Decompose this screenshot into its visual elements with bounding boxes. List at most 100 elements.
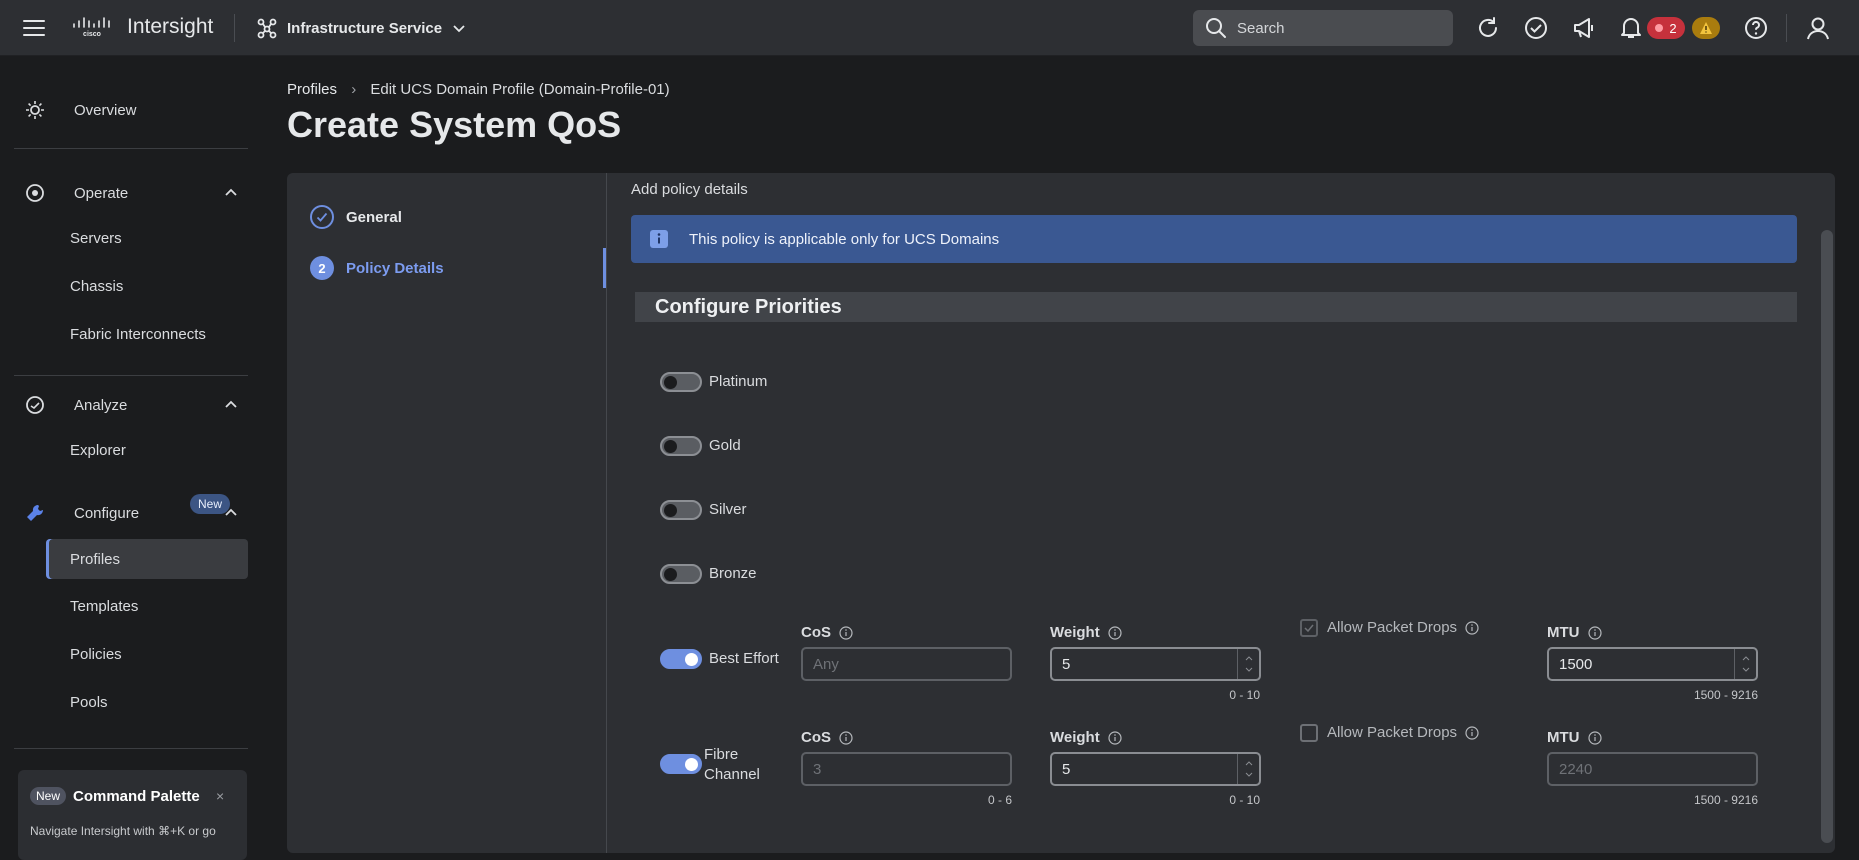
sidebar-item-servers[interactable]: Servers — [46, 218, 248, 258]
info-icon[interactable] — [1465, 620, 1479, 635]
service-label: Infrastructure Service — [287, 19, 443, 37]
chevron-up-icon — [222, 184, 240, 202]
weight-input[interactable]: 5 — [1050, 647, 1261, 681]
bell-icon[interactable] — [1618, 15, 1644, 41]
mtu-label-text: MTU — [1547, 624, 1580, 641]
check-circle-icon[interactable] — [1523, 15, 1549, 41]
toggle-platinum[interactable] — [660, 372, 702, 392]
toggle-silver[interactable] — [660, 500, 702, 520]
breadcrumb-profiles[interactable]: Profiles — [287, 81, 337, 98]
stepper-icon[interactable] — [1237, 649, 1259, 679]
help-icon[interactable] — [1743, 15, 1769, 41]
mtu-input[interactable]: 2240 — [1547, 752, 1758, 786]
allow-packet-drops-checkbox[interactable] — [1300, 724, 1318, 742]
sidebar-item-templates[interactable]: Templates — [46, 586, 248, 626]
chevron-up-icon — [222, 504, 240, 522]
toggle-bronze[interactable] — [660, 564, 702, 584]
stepper-icon[interactable] — [1237, 754, 1259, 784]
nav-overview[interactable]: Overview — [0, 98, 262, 122]
fibre-channel-line1: Fibre — [704, 746, 739, 763]
allow-packet-drops-label: Allow Packet Drops — [1327, 724, 1479, 741]
search-input[interactable] — [1237, 19, 1427, 37]
check-icon — [310, 205, 334, 229]
warning-badge[interactable] — [1692, 17, 1720, 39]
breadcrumb-separator: › — [351, 81, 357, 98]
refresh-icon[interactable] — [1475, 15, 1501, 41]
menu-icon[interactable] — [22, 17, 46, 39]
alert-badge[interactable]: 2 — [1647, 17, 1685, 39]
toggle-gold[interactable] — [660, 436, 702, 456]
search-box[interactable] — [1193, 10, 1453, 46]
sidebar-item-chassis[interactable]: Chassis — [46, 266, 248, 306]
brand-name: Intersight — [127, 15, 214, 38]
allow-packet-drops-text: Allow Packet Drops — [1327, 724, 1458, 741]
weight-range: 0 - 10 — [1229, 793, 1260, 807]
info-icon[interactable] — [839, 730, 853, 745]
weight-value: 5 — [1062, 655, 1071, 673]
priority-silver-label: Silver — [709, 501, 747, 518]
svg-text:cisco: cisco — [83, 31, 101, 38]
step-number: 2 — [310, 256, 334, 280]
priority-fibre-channel-label: Fibre Channel — [704, 745, 760, 785]
nav-analyze-label: Analyze — [74, 396, 128, 414]
command-palette-title: Command Palette — [73, 788, 200, 805]
active-step-indicator — [603, 248, 606, 288]
step-policy-details[interactable]: 2 Policy Details — [310, 256, 444, 280]
mtu-range: 1500 - 9216 — [1693, 793, 1758, 807]
fibre-channel-line2: Channel — [704, 766, 760, 783]
priority-platinum-label: Platinum — [709, 373, 768, 390]
stepper-icon[interactable] — [1734, 649, 1756, 679]
command-palette-card: New Command Palette × Navigate Intersigh… — [18, 770, 247, 860]
sidebar-item-profiles[interactable]: Profiles — [46, 539, 248, 579]
breadcrumb: Profiles › Edit UCS Domain Profile (Doma… — [287, 81, 670, 98]
service-switcher[interactable]: Infrastructure Service — [256, 16, 467, 40]
cos-input[interactable]: 3 — [801, 752, 1012, 786]
alert-dot-icon — [1655, 24, 1664, 32]
chevron-down-icon — [451, 20, 467, 36]
allow-packet-drops-checkbox[interactable] — [1300, 619, 1318, 637]
priority-best-effort-label: Best Effort — [709, 650, 779, 667]
allow-packet-drops-label: Allow Packet Drops — [1327, 619, 1479, 636]
chevron-up-icon — [222, 396, 240, 414]
weight-input[interactable]: 5 — [1050, 752, 1261, 786]
nav-operate[interactable]: Operate — [0, 181, 262, 205]
weight-value: 5 — [1062, 760, 1071, 778]
step-policy-details-label: Policy Details — [346, 259, 444, 277]
info-icon[interactable] — [1587, 625, 1602, 640]
nav-analyze[interactable]: Analyze — [0, 393, 262, 417]
user-icon[interactable] — [1805, 15, 1831, 41]
info-icon[interactable] — [1465, 725, 1479, 740]
mtu-input[interactable]: 1500 — [1547, 647, 1758, 681]
analyze-icon — [24, 394, 46, 416]
page-title: Create System QoS — [287, 104, 622, 145]
breadcrumb-current: Edit UCS Domain Profile (Domain-Profile-… — [370, 81, 670, 98]
divider — [14, 148, 248, 149]
cos-input[interactable]: Any — [801, 647, 1012, 681]
info-icon[interactable] — [1108, 730, 1122, 745]
close-icon[interactable]: × — [216, 788, 224, 804]
info-icon[interactable] — [839, 625, 853, 640]
steps-divider — [606, 173, 607, 853]
toggle-best-effort[interactable] — [660, 649, 702, 669]
sidebar-item-policies[interactable]: Policies — [46, 634, 248, 674]
scrollbar[interactable] — [1821, 230, 1833, 843]
info-icon[interactable] — [1587, 730, 1602, 745]
toggle-fibre-channel[interactable] — [660, 754, 702, 774]
search-icon — [1205, 17, 1227, 39]
sidebar-item-pools[interactable]: Pools — [46, 682, 248, 722]
nav-configure[interactable]: Configure — [0, 501, 262, 525]
megaphone-icon[interactable] — [1571, 15, 1597, 41]
warning-icon — [1699, 21, 1713, 35]
info-icon[interactable] — [1108, 625, 1122, 640]
sidebar-item-fabric-interconnects[interactable]: Fabric Interconnects — [46, 314, 248, 354]
cos-label: CoS — [801, 624, 853, 641]
sidebar-item-explorer[interactable]: Explorer — [46, 430, 248, 470]
step-general-label: General — [346, 208, 402, 226]
step-general[interactable]: General — [310, 205, 402, 229]
nav-overview-label: Overview — [74, 101, 137, 119]
cos-label: CoS — [801, 729, 853, 746]
cos-label-text: CoS — [801, 729, 831, 746]
nav-operate-label: Operate — [74, 184, 129, 202]
weight-label: Weight — [1050, 624, 1122, 641]
weight-label: Weight — [1050, 729, 1122, 746]
